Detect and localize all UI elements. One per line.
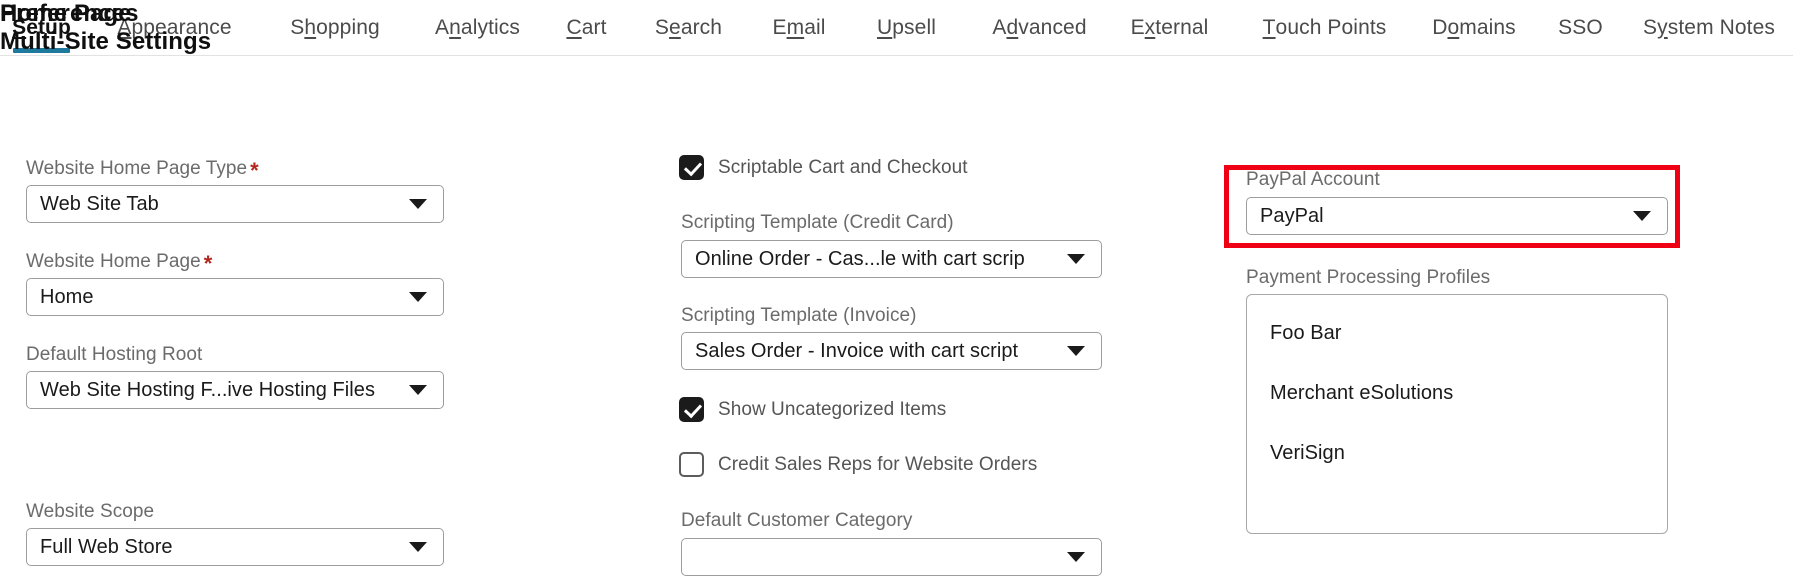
select-website-scope[interactable]: Full Web Store [26,528,444,566]
tab-domains-prefix: D [1432,15,1448,39]
checkbox-credit-sales-reps[interactable] [679,452,704,477]
checkbox-scriptable-cart-and-checkout[interactable] [679,155,704,180]
tab-email-label: ail [804,15,826,39]
checkbox-row-credit-sales-reps[interactable]: Credit Sales Reps for Website Orders [679,452,1037,477]
tab-shopping-label: opping [316,15,380,39]
tab-sso-label: SSO [1558,15,1603,39]
label-payment-processing-profiles: Payment Processing Profiles [1246,267,1491,288]
select-website-home-page-value: Home [40,285,94,308]
select-default-hosting-root-value: Web Site Hosting F...ive Hosting Files [40,378,375,401]
tab-search-mnemonic: e [669,15,681,39]
tab-domains-mnemonic: o [1447,15,1460,39]
section-title-multi-site-settings: Multi-Site Settings [0,28,212,55]
list-item[interactable]: Foo Bar [1247,303,1667,363]
tab-email-prefix: E [772,15,787,39]
chevron-down-icon [409,542,427,552]
tab-cart-mnemonic: C [566,15,582,39]
tab-system-notes-mnemonic: y [1657,15,1668,39]
tab-advanced-mnemonic: d [1006,15,1019,39]
tab-analytics-mnemonic: n [449,15,461,39]
tab-upsell-label: psell [892,15,936,39]
tab-upsell-mnemonic: U [877,15,893,39]
tab-cart-label: art [581,15,607,39]
select-paypal-account-value: PayPal [1260,204,1324,227]
label-website-home-page-type: Website Home Page Type * [26,158,259,183]
checkbox-label-scriptable-cart-and-checkout: Scriptable Cart and Checkout [718,156,968,178]
tab-cart[interactable]: Cart [563,0,610,55]
select-website-home-page-type[interactable]: Web Site Tab [26,185,444,223]
middle-column: Preferences Scriptable Cart and Checkout… [0,0,1102,576]
tab-external-mnemonic: x [1144,15,1156,39]
chevron-down-icon [1067,552,1085,562]
select-scripting-template-invoice[interactable]: Sales Order - Invoice with cart script [681,332,1102,370]
tab-touch-points-label: ouch Points [1275,15,1387,39]
tab-search-label: arch [680,15,723,39]
tab-external-prefix: E [1130,15,1145,39]
label-website-scope: Website Scope [26,501,155,522]
tab-external[interactable]: Ex ternal [1124,0,1215,55]
chevron-down-icon [409,385,427,395]
select-scripting-template-credit-card[interactable]: Online Order - Cas...le with cart scrip [681,240,1102,278]
tab-system-notes[interactable]: Sy stem Notes [1634,0,1784,55]
tab-sso[interactable]: SSO [1557,0,1604,55]
required-asterisk-home-page: * [203,251,213,276]
tab-advanced-label: vanced [1018,15,1087,39]
label-website-home-page-text: Website Home Page [26,251,201,272]
label-website-home-page-type-text: Website Home Page Type [26,158,248,179]
checkbox-show-uncategorized-items[interactable] [679,397,704,422]
tab-system-notes-prefix: S [1643,15,1658,39]
tab-search[interactable]: Se arch [650,0,727,55]
tab-analytics-label: alytics [460,15,520,39]
label-default-hosting-root: Default Hosting Root [26,344,203,365]
label-scripting-template-credit-card: Scripting Template (Credit Card) [681,212,954,233]
tab-email-mnemonic: m [786,15,805,39]
chevron-down-icon [1067,346,1085,356]
select-website-home-page-type-value: Web Site Tab [40,192,159,215]
tab-analytics[interactable]: An alytics [428,0,527,55]
select-default-hosting-root[interactable]: Web Site Hosting F...ive Hosting Files [26,371,444,409]
checkbox-label-credit-sales-reps: Credit Sales Reps for Website Orders [718,453,1038,475]
section-title-preferences: Preferences [0,0,139,27]
label-default-customer-category: Default Customer Category [681,510,913,531]
tab-shopping-mnemonic: h [304,15,317,39]
tab-analytics-prefix: A [435,15,450,39]
tab-system-notes-label: stem Notes [1667,15,1775,39]
checkbox-row-show-uncategorized-items[interactable]: Show Uncategorized Items [679,397,946,422]
label-scripting-template-invoice: Scripting Template (Invoice) [681,305,917,326]
select-paypal-account[interactable]: PayPal [1246,197,1668,235]
tab-advanced[interactable]: Ad vanced [984,0,1095,55]
chevron-down-icon [1067,254,1085,264]
tab-domains-label: mains [1459,15,1516,39]
tab-shopping[interactable]: Sh opping [282,0,388,55]
checkbox-row-scriptable-cart-and-checkout[interactable]: Scriptable Cart and Checkout [679,155,968,180]
tab-domains[interactable]: Do mains [1424,0,1524,55]
select-website-home-page[interactable]: Home [26,278,444,316]
select-scripting-template-invoice-value: Sales Order - Invoice with cart script [695,339,1019,362]
tab-email[interactable]: Em ail [768,0,830,55]
tab-shopping-prefix: S [290,15,305,39]
tab-touch-points[interactable]: Touch Points [1252,0,1397,55]
checkbox-label-show-uncategorized-items: Show Uncategorized Items [718,398,947,420]
select-scripting-template-credit-card-value: Online Order - Cas...le with cart scrip [695,247,1025,270]
chevron-down-icon [409,292,427,302]
tab-advanced-prefix: A [992,15,1007,39]
listbox-payment-processing-profiles[interactable]: Foo Bar Merchant eSolutions VeriSign [1246,294,1668,534]
select-default-customer-category[interactable] [681,538,1102,576]
required-asterisk-home-page-type: * [250,158,259,183]
tab-upsell[interactable]: Upsell [872,0,941,55]
page-root: Setup Appearance Sh opping An alytics Cart… [0,0,1793,581]
select-website-scope-value: Full Web Store [40,535,173,558]
label-website-home-page: Website Home Page * [26,251,213,276]
label-paypal-account: PayPal Account [1246,169,1380,190]
chevron-down-icon [1633,211,1651,221]
list-item[interactable]: Merchant eSolutions [1247,363,1667,423]
list-item[interactable]: VeriSign [1247,423,1667,483]
tab-touch-points-mnemonic: T [1262,15,1276,39]
tab-search-prefix: S [654,15,670,39]
chevron-down-icon [409,199,427,209]
tab-external-label: ternal [1155,15,1209,39]
tab-bar: Setup Appearance Sh opping An alytics Cart… [0,0,1793,56]
tab-bar-divider [0,55,1793,56]
